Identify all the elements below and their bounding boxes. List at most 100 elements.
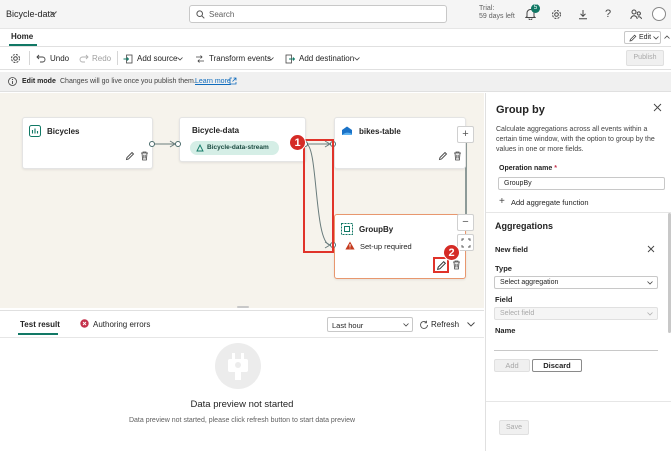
search-icon <box>196 10 205 19</box>
chevron-down-icon <box>403 323 409 327</box>
edit-mode-label: Edit mode <box>22 78 56 85</box>
save-button[interactable]: Save <box>499 420 529 435</box>
chevron-down-icon[interactable] <box>50 11 57 16</box>
publish-button[interactable]: Publish <box>626 50 664 66</box>
name-field[interactable] <box>494 338 658 351</box>
flow-canvas[interactable]: Bicycles Bicycle-data Bicycle-data-strea… <box>0 93 484 308</box>
tab-underline <box>18 333 58 335</box>
fit-view-button[interactable] <box>457 234 474 251</box>
time-range-dropdown[interactable]: Last hour <box>327 317 413 332</box>
zoom-in-button[interactable]: + <box>457 126 474 143</box>
delete-trash-icon[interactable] <box>452 260 461 270</box>
node-title: Bicycle-data <box>192 126 240 135</box>
close-icon[interactable] <box>647 245 655 253</box>
help-icon[interactable]: ? <box>605 8 611 20</box>
add-source-icon <box>123 54 133 64</box>
search-placeholder: Search <box>209 10 235 19</box>
close-icon[interactable] <box>653 103 662 112</box>
input-port[interactable] <box>175 141 181 147</box>
edit-pencil-icon[interactable] <box>125 151 135 161</box>
source-icon <box>29 125 41 137</box>
divider <box>486 212 671 213</box>
group-by-panel: Group by Calculate aggregations across a… <box>485 93 671 451</box>
fit-view-icon <box>461 238 471 248</box>
node-title: GroupBy <box>359 225 394 234</box>
divider <box>0 337 484 338</box>
edit-mode-message: Changes will go live once you publish th… <box>60 78 196 85</box>
search-box[interactable]: Search <box>189 5 447 23</box>
lakehouse-icon <box>341 125 353 137</box>
share-people-icon[interactable] <box>630 9 642 20</box>
transform-icon <box>195 54 205 64</box>
settings-gear-icon[interactable] <box>10 53 21 64</box>
edit-dropdown[interactable]: Edit <box>624 31 661 44</box>
callout-box-connectors <box>303 139 334 253</box>
gear-icon[interactable] <box>551 9 562 20</box>
add-destination-button[interactable]: Add destination <box>285 53 363 65</box>
plus-icon: + <box>499 196 505 207</box>
add-source-button[interactable]: Add source <box>123 53 187 65</box>
time-range-value: Last hour <box>332 321 364 330</box>
type-select[interactable]: Select aggregation <box>494 276 658 289</box>
external-link-icon[interactable] <box>229 77 237 85</box>
tab-authoring-errors[interactable]: Authoring errors <box>93 320 150 329</box>
info-icon <box>8 77 17 86</box>
source-node-bicycles[interactable]: Bicycles <box>22 117 153 169</box>
operation-name-label: Operation name * <box>499 165 557 172</box>
chevron-down-icon <box>354 57 360 61</box>
item-title[interactable]: Bicycle-data <box>6 9 55 19</box>
tab-home[interactable]: Home <box>11 32 33 41</box>
avatar[interactable] <box>652 7 666 21</box>
divider <box>486 401 671 402</box>
trial-status[interactable]: Trial: 59 days left <box>479 5 515 20</box>
refresh-button[interactable]: Refresh <box>419 319 464 331</box>
zoom-out-button[interactable]: − <box>457 214 474 231</box>
tab-test-result[interactable]: Test result <box>20 320 60 329</box>
collapse-chevron-icon[interactable] <box>467 322 475 327</box>
operation-name-label-text: Operation name <box>499 165 553 172</box>
plug-illustration-icon <box>204 343 272 389</box>
panel-title: Group by <box>496 104 545 116</box>
add-aggregate-label: Add aggregate function <box>511 198 589 207</box>
edit-pencil-icon[interactable] <box>438 151 448 161</box>
redo-icon <box>79 54 89 63</box>
discard-button[interactable]: Discard <box>532 359 582 372</box>
redo-label: Redo <box>92 54 112 63</box>
edit-pencil-icon[interactable] <box>436 260 447 271</box>
stream-node-bicycle-data[interactable]: Bicycle-data Bicycle-data-stream <box>179 117 306 162</box>
add-destination-icon <box>285 54 295 64</box>
callout-badge-2: 2 <box>443 244 460 261</box>
stream-chip[interactable]: Bicycle-data-stream <box>190 141 279 155</box>
divider <box>29 51 30 65</box>
add-button[interactable]: Add <box>494 359 530 372</box>
transform-events-button[interactable]: Transform events <box>195 53 277 65</box>
chevron-down-icon <box>653 36 659 40</box>
bottom-panel: Test result Authoring errors Last hour R… <box>0 310 484 451</box>
toolbar: Undo Redo Add source Transform events Ad… <box>0 47 671 70</box>
refresh-label: Refresh <box>431 320 460 329</box>
trial-label: Trial: <box>479 5 495 12</box>
notification-badge: 5 <box>531 4 540 13</box>
chevron-down-icon <box>177 57 183 61</box>
chevron-down-icon <box>647 312 653 316</box>
learn-more-link[interactable]: Learn more <box>195 78 231 85</box>
resize-handle[interactable] <box>237 306 249 308</box>
download-icon[interactable] <box>578 9 588 20</box>
chevron-up-icon[interactable] <box>664 35 670 39</box>
delete-trash-icon[interactable] <box>453 151 462 161</box>
delete-trash-icon[interactable] <box>140 151 149 161</box>
undo-button[interactable]: Undo <box>36 53 70 65</box>
setup-required-text: Set-up required <box>360 242 412 251</box>
add-aggregate-button[interactable]: + Add aggregate function <box>499 196 619 209</box>
operation-name-field[interactable]: GroupBy <box>498 177 665 190</box>
destination-node-bikes-table[interactable]: bikes-table <box>334 117 466 169</box>
stream-chip-label: Bicycle-data-stream <box>207 144 269 151</box>
field-select[interactable]: Select field <box>494 307 658 320</box>
type-select-value: Select aggregation <box>500 279 559 286</box>
redo-button[interactable]: Redo <box>79 53 113 65</box>
edit-label: Edit <box>639 34 652 41</box>
output-port[interactable] <box>149 141 155 147</box>
divider <box>117 51 118 65</box>
field-label: Field <box>495 295 513 304</box>
node-title: Bicycles <box>47 127 80 136</box>
